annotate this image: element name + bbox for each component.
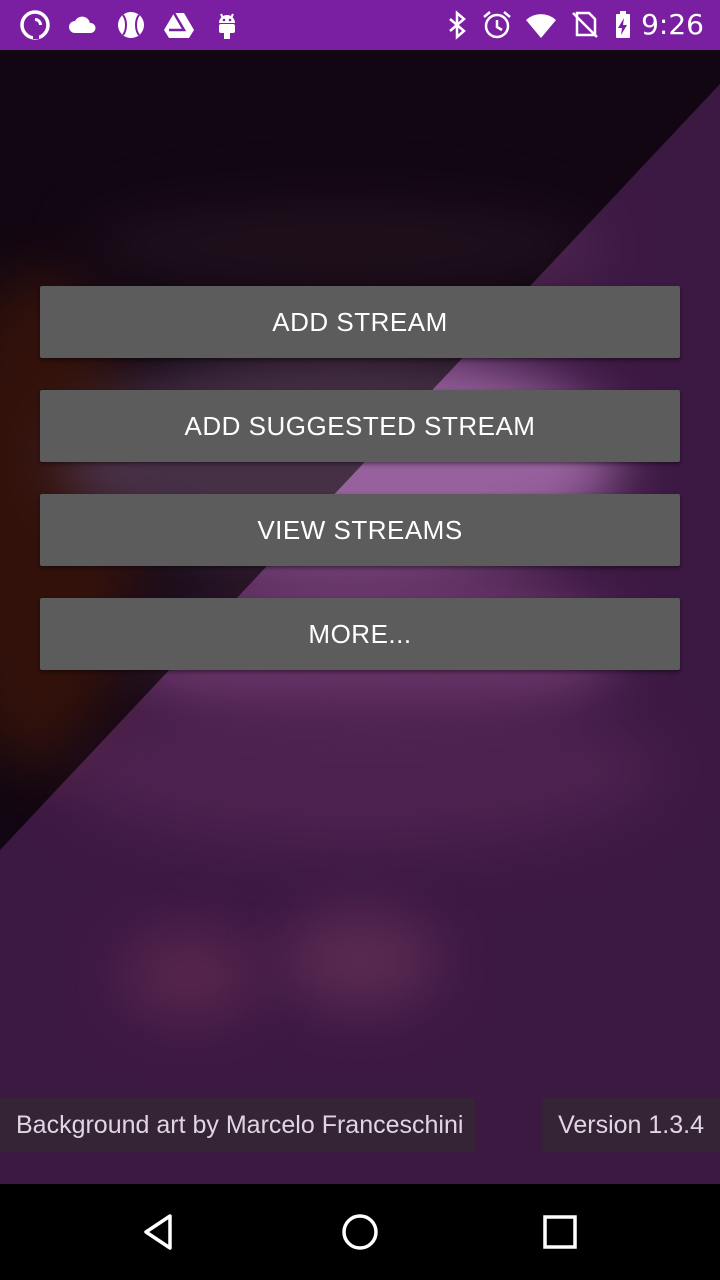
no-sim-icon xyxy=(568,8,602,42)
drive-icon xyxy=(162,8,196,42)
android-icon xyxy=(210,8,244,42)
baseball-icon xyxy=(114,8,148,42)
background-credit: Background art by Marcelo Franceschini xyxy=(0,1098,475,1152)
status-time: 9:26 xyxy=(641,8,704,41)
battery-charging-icon xyxy=(606,8,640,42)
navigation-bar xyxy=(0,1184,720,1280)
wifi-icon xyxy=(524,8,558,42)
add-suggested-stream-button[interactable]: ADD SUGGESTED STREAM xyxy=(40,390,680,462)
back-icon[interactable] xyxy=(136,1208,184,1256)
more-button[interactable]: MORE... xyxy=(40,598,680,670)
home-icon[interactable] xyxy=(336,1208,384,1256)
bluetooth-icon xyxy=(440,8,474,42)
cloud-icon xyxy=(66,8,100,42)
add-stream-button[interactable]: ADD STREAM xyxy=(40,286,680,358)
version-label: Version 1.3.4 xyxy=(542,1098,720,1152)
alarm-icon xyxy=(480,8,514,42)
view-streams-button[interactable]: VIEW STREAMS xyxy=(40,494,680,566)
pocket-casts-icon xyxy=(18,8,52,42)
recents-icon[interactable] xyxy=(536,1208,584,1256)
status-bar: 9:26 xyxy=(0,0,720,50)
